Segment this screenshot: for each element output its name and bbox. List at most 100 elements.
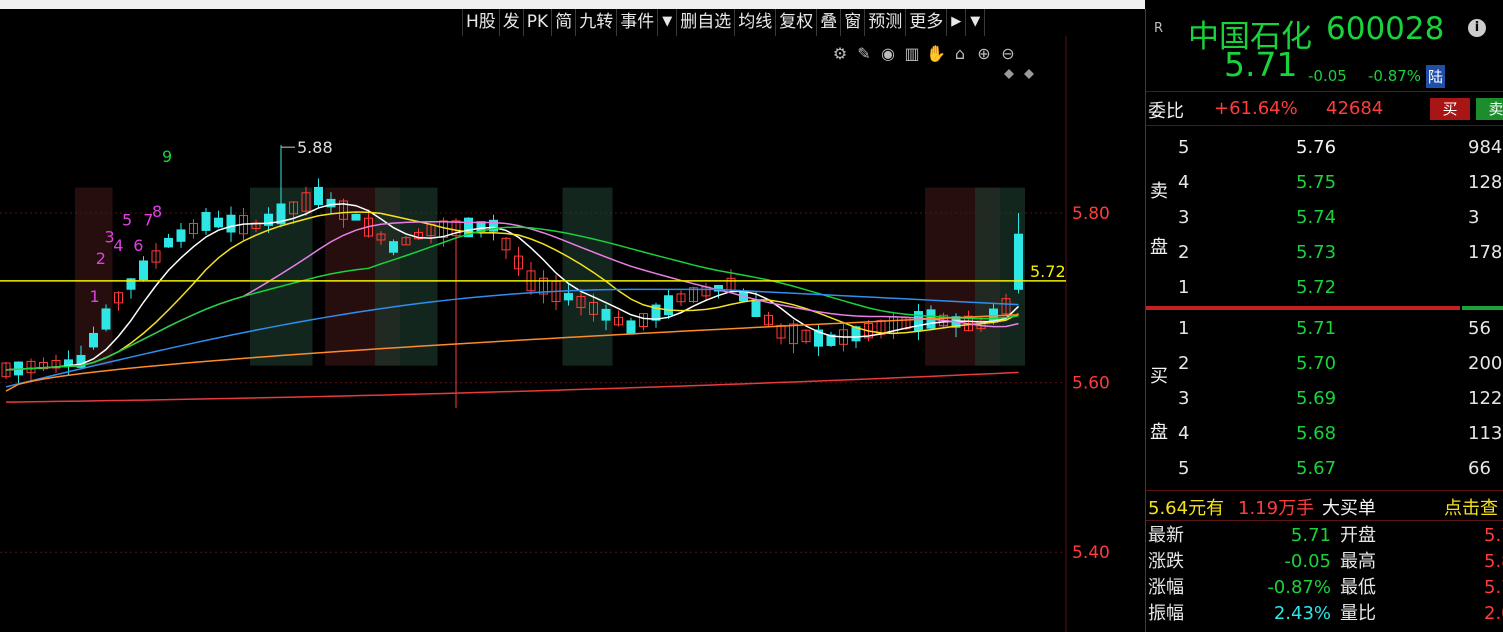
level: 5: [1178, 137, 1190, 158]
level: 2: [1178, 242, 1190, 263]
order-ratio-bar: [1146, 306, 1503, 310]
price-change: -0.05: [1308, 67, 1347, 85]
candle-body: [201, 212, 211, 231]
volume: 56: [1468, 318, 1491, 339]
candle-body: [164, 237, 173, 248]
divider: [1146, 520, 1503, 521]
price: 5.69: [1296, 388, 1337, 409]
bid-row[interactable]: 1 5.71 56: [1146, 312, 1503, 346]
trash-icon[interactable]: ▥: [902, 44, 922, 64]
top-menu-bar: [0, 0, 1145, 9]
next-icon[interactable]: ▶: [947, 9, 967, 36]
volume: 984: [1468, 137, 1503, 158]
bigorder-link[interactable]: 点击查: [1444, 494, 1498, 520]
diamond-icon: [1024, 69, 1034, 79]
hk-share-button[interactable]: H股: [463, 9, 500, 36]
overlay-button[interactable]: 叠: [817, 9, 842, 36]
stat-row: 最新 5.71 开盘 5.7: [1146, 523, 1503, 549]
pk-button[interactable]: PK: [524, 9, 553, 36]
ask-row[interactable]: 4 5.75 128: [1146, 166, 1503, 200]
ask-row[interactable]: 3 5.74 3: [1146, 201, 1503, 235]
more-button[interactable]: 更多: [906, 9, 948, 36]
axis-price-label: 5.60: [1072, 374, 1110, 394]
stat-value: 5.71: [1290, 525, 1331, 546]
stat-value: 2.0: [1484, 603, 1503, 624]
stat-row: 涨跌 -0.05 最高 5.8: [1146, 549, 1503, 575]
level: 1: [1178, 318, 1190, 339]
ask-row[interactable]: 1 5.72: [1146, 271, 1503, 305]
price: 5.70: [1296, 353, 1337, 374]
volume: 3: [1468, 207, 1480, 228]
zoom-out-icon[interactable]: ⊖: [998, 44, 1018, 64]
gear-icon[interactable]: ⚙: [830, 44, 850, 64]
events-button[interactable]: 事件: [617, 9, 659, 36]
high-price-label: 5.88: [297, 138, 333, 157]
hand-icon[interactable]: ✋: [926, 44, 946, 64]
forecast-button[interactable]: 预测: [865, 9, 907, 36]
ask-row[interactable]: 2 5.73 178: [1146, 236, 1503, 270]
bid-row[interactable]: 5 5.67 66: [1146, 452, 1503, 486]
bid-row[interactable]: 4 5.68 113: [1146, 417, 1503, 451]
candle-body: [751, 299, 761, 318]
stat-label: 开盘: [1340, 525, 1376, 546]
price: 5.72: [1296, 277, 1337, 298]
stat-label: 最高: [1340, 551, 1376, 572]
level: 3: [1178, 207, 1190, 228]
buy-button[interactable]: 买: [1430, 98, 1470, 120]
ma30-line: [5, 226, 1019, 371]
stat-value: 5.7: [1484, 577, 1503, 598]
volume: 128: [1468, 172, 1503, 193]
info-icon[interactable]: i: [1468, 19, 1486, 37]
remove-watchlist-button[interactable]: 删自选: [677, 9, 736, 36]
volume: 113: [1468, 423, 1503, 444]
eye-icon[interactable]: ◉: [878, 44, 898, 64]
toolbar-dropdown-icon[interactable]: ▼: [966, 9, 986, 36]
nine-turn-button[interactable]: 九转: [576, 9, 618, 36]
events-dropdown-icon[interactable]: ▼: [658, 9, 678, 36]
bigorder-label: 大买单: [1322, 498, 1376, 519]
ma20-line: [5, 220, 1019, 371]
pen-icon[interactable]: ✎: [854, 44, 874, 64]
kline-chart[interactable]: 5.80 5.60 5.40 5.72 5.88 1 2 3 4 5 6 7 8 9: [0, 36, 1145, 632]
bid-row[interactable]: 3 5.69 122: [1146, 382, 1503, 416]
stock-code: 600028: [1326, 11, 1445, 47]
divider: [1146, 125, 1503, 126]
weibi-pct: +61.64%: [1214, 98, 1298, 119]
bid-row[interactable]: 2 5.70 200: [1146, 347, 1503, 381]
stat-label: 振幅: [1148, 603, 1184, 624]
volume: 200: [1468, 353, 1503, 374]
stat-label: 最新: [1148, 525, 1184, 546]
stat-row: 振幅 2.43% 量比 2.0: [1146, 601, 1503, 627]
buy-ratio-fill: [1146, 306, 1461, 310]
ma10-line: [5, 211, 1019, 371]
stat-value: 5.7: [1484, 525, 1503, 546]
td-count-label: 8: [152, 202, 162, 221]
candle-body: [664, 295, 673, 316]
window-button[interactable]: 窗: [841, 9, 866, 36]
zoom-in-icon[interactable]: ⊕: [974, 44, 994, 64]
td-count-label: 5: [122, 211, 132, 230]
ask-row[interactable]: 5 5.76 984: [1146, 131, 1503, 165]
rights-badge: R: [1154, 21, 1164, 36]
level: 4: [1178, 172, 1190, 193]
stat-value: 5.8: [1484, 551, 1503, 572]
moving-average-button[interactable]: 均线: [735, 9, 777, 36]
lock-icon[interactable]: ⌂: [950, 44, 970, 64]
td-count-label: 2: [96, 249, 106, 268]
shaded-zone: [562, 187, 613, 366]
axis-price-label: 5.40: [1072, 543, 1110, 563]
announce-button[interactable]: 发: [500, 9, 524, 36]
simple-button[interactable]: 简: [552, 9, 577, 36]
adjust-button[interactable]: 复权: [776, 9, 818, 36]
chart-toolbar: H股 发 PK 简 九转 事件 ▼ 删自选 均线 复权 叠 窗 预测 更多 ▶ …: [462, 9, 1068, 36]
candle-body: [601, 308, 611, 321]
divider: [1146, 490, 1503, 491]
price: 5.73: [1296, 242, 1337, 263]
kline-chart-svg[interactable]: 5.805.605.405.725.88123456789: [0, 36, 1145, 632]
sell-button[interactable]: 卖: [1476, 98, 1503, 120]
candle-body: [214, 217, 223, 228]
volume: 178: [1468, 242, 1503, 263]
td-count-label: 9: [162, 147, 172, 166]
candle-body: [351, 213, 361, 221]
bigorder-price: 5.64元有: [1148, 498, 1225, 519]
